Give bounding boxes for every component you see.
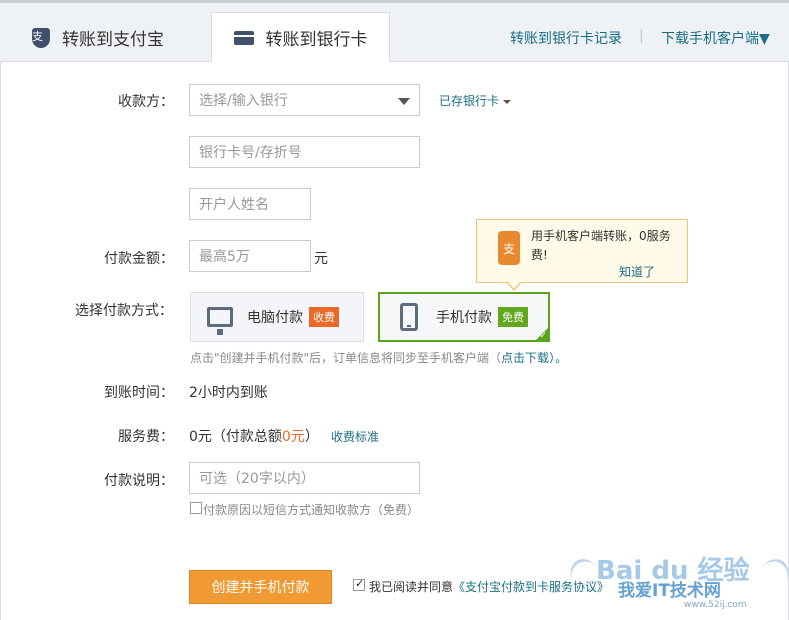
payment-method-hint: 点击"创建并手机付款"后，订单信息将同步至手机客户端（点击下载）。 [190, 349, 567, 366]
amount-unit: 元 [314, 251, 328, 267]
watermark: Bai du 经验 我爱IT技术网 www.52ij.com [564, 548, 789, 618]
payment-method-mobile[interactable]: 手机付款 免费 ✓ [378, 292, 550, 342]
payment-note-label: 付款说明： [104, 473, 174, 489]
service-fee-value: 0元（付款总额0元） [189, 426, 319, 446]
tab-label: 转账到支付宝 [62, 30, 164, 50]
arrival-time-label: 到账时间： [104, 385, 174, 401]
alipay-icon: 支 [32, 27, 50, 48]
amount-placeholder: 最高5万 [199, 249, 250, 265]
fee-badge: 收费 [309, 307, 339, 327]
account-name-input[interactable]: 开户人姓名 [189, 188, 311, 220]
arrival-time-value: 2小时内到账 [189, 385, 268, 401]
tab-label: 转账到银行卡 [265, 30, 368, 50]
download-client-link[interactable]: 下载手机客户端▼ [661, 28, 770, 48]
chevron-down-icon [398, 98, 410, 105]
fee-prefix: 0元（付款总额 [189, 429, 282, 445]
fee-suffix: ） [304, 429, 319, 445]
payment-method-pc[interactable]: 电脑付款 收费 [190, 292, 364, 342]
payment-method-pc-label: 电脑付款 [247, 310, 303, 326]
sms-notify-checkbox[interactable] [190, 502, 202, 514]
bank-select-placeholder: 选择/输入银行 [199, 93, 288, 109]
payment-method-mobile-label: 手机付款 [436, 310, 492, 326]
fee-standard-link[interactable]: 收费标准 [331, 428, 379, 445]
hint-download-link[interactable]: 点击下载 [501, 351, 549, 365]
amount-label: 付款金额： [104, 251, 174, 267]
payment-note-input[interactable]: 可选（20字以内） [189, 462, 420, 494]
mobile-transfer-tooltip: 支 用手机客户端转账，0服务费! 知道了 [476, 219, 688, 283]
tooltip-dismiss-link[interactable]: 知道了 [619, 263, 655, 280]
agree-terms-checkbox[interactable] [353, 577, 365, 591]
wing-right-decoration [749, 553, 789, 603]
tab-bar: 支 转账到支付宝 转账到银行卡 转账到银行卡记录 | 下载手机客户端▼ [0, 0, 789, 63]
amount-input[interactable]: 最高5万 [189, 240, 311, 272]
header-link-separator: | [639, 28, 644, 44]
saved-bank-cards-label: 已存银行卡 [439, 94, 500, 108]
tab-transfer-to-alipay[interactable]: 支 转账到支付宝 [32, 12, 164, 63]
checkmark-icon: ✓ [539, 331, 547, 341]
top-divider [0, 0, 789, 3]
caret-down-icon [503, 99, 512, 104]
watermark-url: www.52ij.com [684, 600, 747, 610]
computer-monitor-icon [207, 307, 233, 335]
agree-prefix: 我已阅读并同意 [369, 580, 454, 594]
transfer-records-link[interactable]: 转账到银行卡记录 [510, 28, 622, 48]
service-fee-label: 服务费： [118, 429, 174, 445]
fee-total-highlight: 0元 [281, 429, 305, 445]
payee-label: 收款方： [118, 94, 174, 110]
hint-text: 点击"创建并手机付款"后，订单信息将同步至手机客户端（ [190, 351, 502, 365]
create-mobile-payment-button[interactable]: 创建并手机付款 [189, 570, 332, 604]
payment-note-placeholder: 可选（20字以内） [199, 471, 315, 487]
card-number-placeholder: 银行卡号/存折号 [199, 145, 302, 161]
card-number-input[interactable]: 银行卡号/存折号 [189, 136, 420, 168]
bank-card-icon [233, 30, 254, 45]
alipay-phone-icon: 支 [498, 231, 520, 265]
free-badge: 免费 [498, 307, 528, 327]
mobile-phone-icon [400, 303, 418, 331]
tooltip-arrow-inner [507, 281, 521, 289]
hint-suffix: ）。 [549, 351, 568, 365]
sms-notify-label: 付款原因以短信方式通知收款方（免费） [203, 503, 420, 517]
watermark-subtitle: 我爱IT技术网 [618, 581, 721, 601]
saved-bank-cards-link[interactable]: 已存银行卡 [439, 92, 512, 109]
account-name-placeholder: 开户人姓名 [199, 197, 269, 213]
tab-transfer-to-bank-card[interactable]: 转账到银行卡 [211, 12, 390, 63]
tooltip-text: 用手机客户端转账，0服务费! [531, 229, 671, 262]
payment-method-label: 选择付款方式： [75, 303, 173, 319]
bank-select[interactable]: 选择/输入银行 [189, 84, 420, 116]
